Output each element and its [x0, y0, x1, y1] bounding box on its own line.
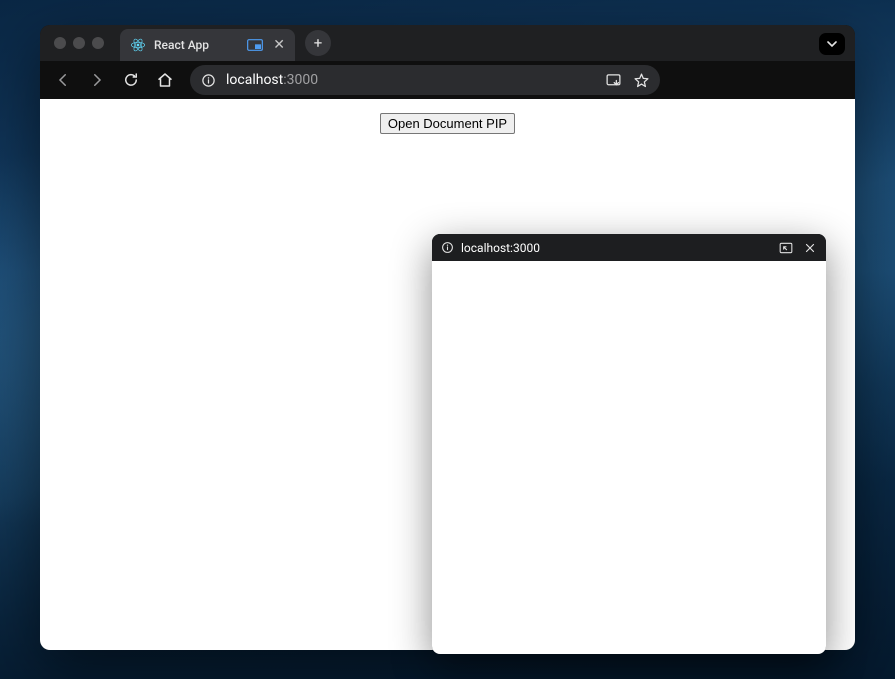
browser-toolbar: localhost:3000: [40, 61, 855, 99]
pip-close-icon[interactable]: [802, 240, 818, 256]
new-tab-button[interactable]: +: [305, 30, 331, 56]
window-maximize-button[interactable]: [92, 37, 104, 49]
install-app-icon[interactable]: [604, 71, 622, 89]
window-close-button[interactable]: [54, 37, 66, 49]
bookmark-icon[interactable]: [632, 71, 650, 89]
pip-indicator-icon: [247, 39, 263, 51]
open-pip-button[interactable]: Open Document PIP: [380, 113, 515, 134]
close-tab-icon[interactable]: ✕: [271, 36, 287, 54]
browser-tab[interactable]: React App ✕: [120, 29, 295, 61]
window-controls: [50, 37, 104, 49]
pip-back-to-tab-icon[interactable]: [778, 240, 794, 256]
nav-reload-button[interactable]: [116, 65, 146, 95]
browser-titlebar: React App ✕ +: [40, 25, 855, 61]
site-info-icon[interactable]: [200, 72, 216, 88]
window-minimize-button[interactable]: [73, 37, 85, 49]
pip-url-text: localhost:3000: [461, 241, 771, 255]
url-text: localhost:3000: [226, 72, 594, 88]
tab-overflow-button[interactable]: [819, 33, 845, 55]
react-icon: [130, 37, 146, 53]
pip-site-info-icon[interactable]: [440, 241, 454, 255]
pip-window: localhost:3000: [432, 234, 826, 654]
nav-home-button[interactable]: [150, 65, 180, 95]
nav-forward-button[interactable]: [82, 65, 112, 95]
url-path: :3000: [283, 72, 318, 88]
tab-title: React App: [154, 38, 239, 52]
url-host: localhost: [226, 72, 283, 88]
address-bar[interactable]: localhost:3000: [190, 65, 660, 95]
nav-back-button[interactable]: [48, 65, 78, 95]
pip-header[interactable]: localhost:3000: [432, 234, 826, 261]
pip-content: [432, 261, 826, 654]
